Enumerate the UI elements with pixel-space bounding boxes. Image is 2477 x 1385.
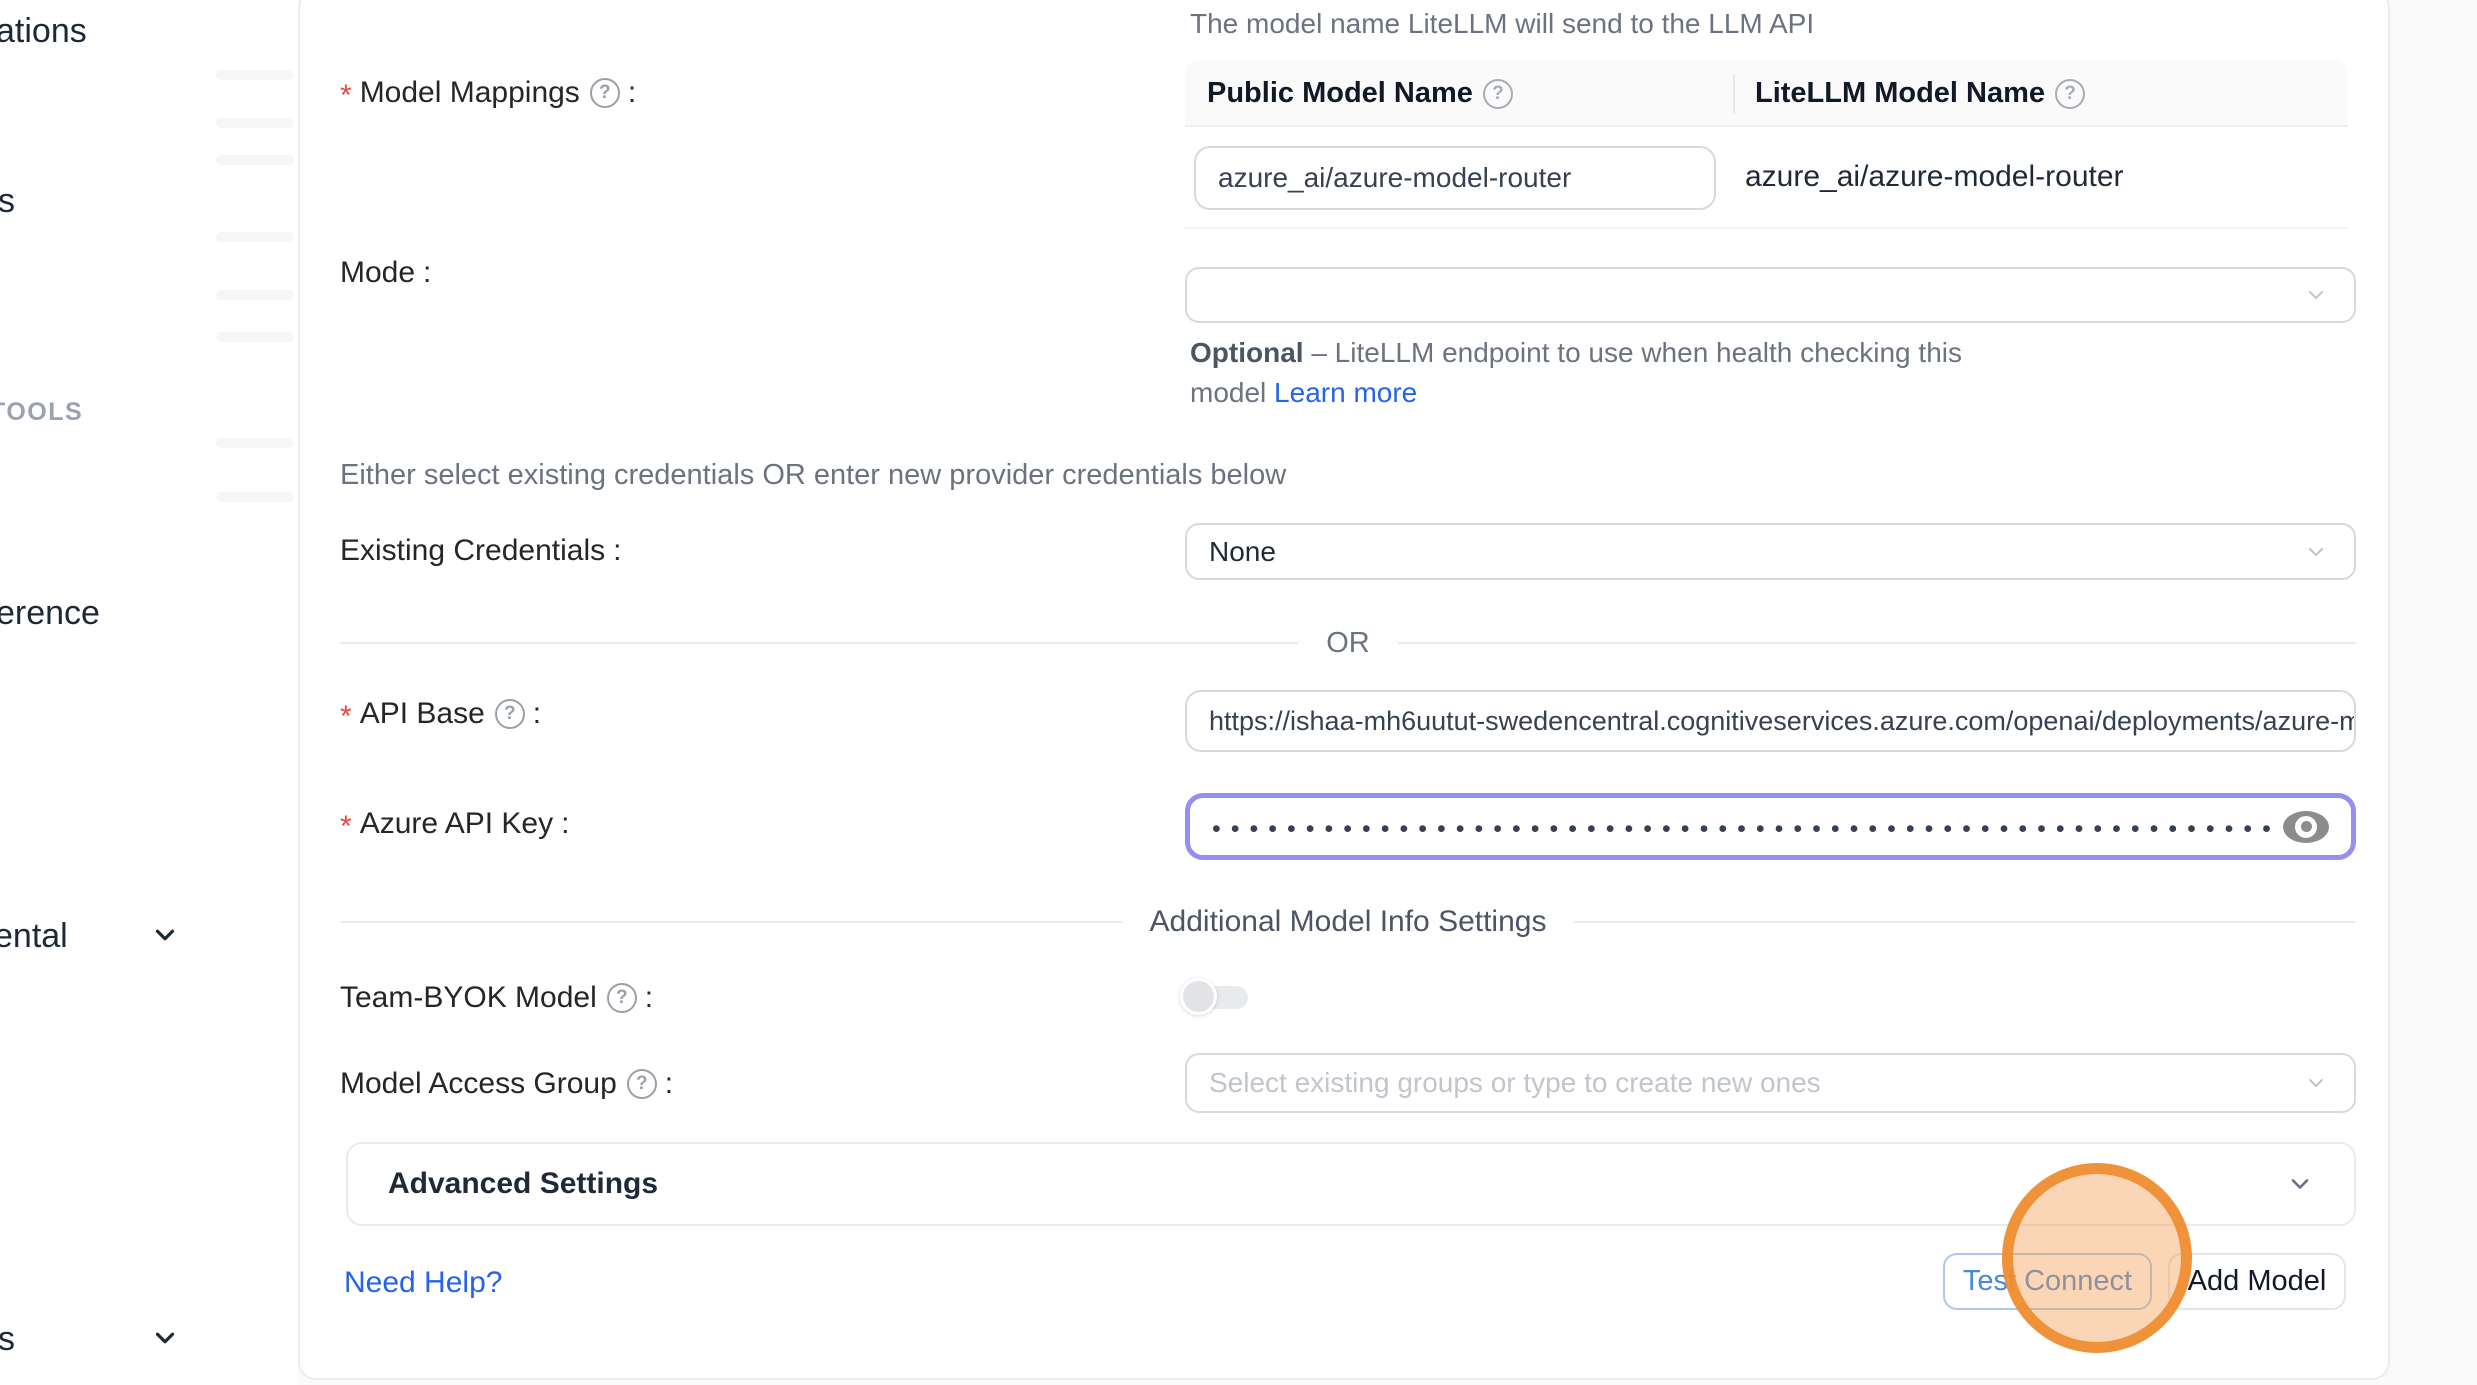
chevron-down-icon — [2304, 283, 2328, 307]
public-model-name-input[interactable]: azure_ai/azure-model-router — [1194, 146, 1716, 210]
test-connect-button[interactable]: Test Connect — [1943, 1253, 2152, 1310]
api-base-label: API Base — [340, 697, 541, 731]
litellm-model-name-value: azure_ai/azure-model-router — [1745, 160, 2124, 194]
table-row-border — [1185, 227, 2348, 229]
team-byok-toggle[interactable] — [1180, 978, 1250, 1016]
azure-api-key-input[interactable]: ••••••••••••••••••••••••••••••••••••••••… — [1185, 793, 2356, 860]
column-header-litellm-model-name: LiteLLM Model Name — [1755, 60, 2085, 127]
model-access-group-label: Model Access Group — [340, 1067, 673, 1101]
advanced-settings-panel[interactable]: Advanced Settings — [346, 1142, 2356, 1226]
api-base-input[interactable]: https://ishaa-mh6uutut-swedencentral.cog… — [1185, 690, 2356, 752]
chevron-down-icon — [2304, 540, 2328, 564]
chevron-down-icon[interactable] — [150, 920, 180, 950]
team-byok-label: Team-BYOK Model — [340, 981, 653, 1015]
eye-icon[interactable] — [2283, 811, 2329, 843]
sidebar-skeleton-bar — [216, 155, 294, 165]
sidebar-item-organizations[interactable]: ations — [0, 12, 87, 51]
sidebar-skeleton-bar — [216, 290, 294, 300]
help-icon[interactable] — [495, 699, 525, 729]
sidebar: ations s TOOLS erence ental s — [0, 0, 298, 1385]
sidebar-skeleton-bar — [216, 232, 294, 242]
masked-password-value: ••••••••••••••••••••••••••••••••••••••••… — [1212, 811, 2281, 842]
sidebar-item-settings[interactable]: s — [0, 1320, 15, 1359]
sidebar-item[interactable]: s — [0, 182, 15, 221]
help-icon[interactable] — [627, 1069, 657, 1099]
model-mappings-label: Model Mappings — [340, 76, 636, 110]
sidebar-item-reference[interactable]: erence — [0, 594, 100, 633]
sidebar-skeleton-bar — [216, 492, 294, 502]
learn-more-link[interactable]: Learn more — [1274, 377, 1417, 408]
mode-select[interactable] — [1185, 267, 2356, 323]
advanced-settings-title: Advanced Settings — [388, 1167, 658, 1201]
credentials-note: Either select existing credentials OR en… — [340, 459, 1286, 492]
model-name-help-text: The model name LiteLLM will send to the … — [1190, 8, 1814, 40]
existing-credentials-select[interactable]: None — [1185, 523, 2356, 580]
help-icon[interactable] — [2055, 79, 2085, 109]
mode-help-text: Optional – LiteLLM endpoint to use when … — [1190, 333, 1990, 413]
need-help-link[interactable]: Need Help? — [344, 1266, 502, 1300]
add-model-button[interactable]: Add Model — [2168, 1253, 2346, 1310]
chevron-down-icon[interactable] — [150, 1323, 180, 1353]
chevron-down-icon — [2304, 1071, 2328, 1095]
sidebar-skeleton-bar — [216, 118, 294, 128]
help-icon[interactable] — [1483, 79, 1513, 109]
mode-label: Mode — [340, 256, 431, 290]
sidebar-skeleton-bar — [216, 438, 294, 448]
sidebar-item-experimental[interactable]: ental — [0, 917, 68, 956]
column-header-public-model-name: Public Model Name — [1207, 60, 1513, 127]
select-placeholder: Select existing groups or type to create… — [1209, 1067, 1821, 1099]
help-icon[interactable] — [607, 983, 637, 1013]
sidebar-skeleton-bar — [216, 332, 294, 342]
or-divider: OR — [340, 628, 2356, 658]
chevron-down-icon[interactable] — [2286, 1170, 2314, 1198]
existing-credentials-label: Existing Credentials — [340, 534, 621, 568]
sidebar-section-tools: TOOLS — [0, 398, 83, 427]
column-divider — [1733, 74, 1735, 113]
help-icon[interactable] — [590, 78, 620, 108]
table-header: Public Model Name LiteLLM Model Name — [1185, 60, 2348, 127]
model-access-group-select[interactable]: Select existing groups or type to create… — [1185, 1053, 2356, 1113]
azure-api-key-label: Azure API Key — [340, 807, 569, 841]
sidebar-skeleton-bar — [216, 70, 294, 80]
additional-info-divider: Additional Model Info Settings — [340, 907, 2356, 937]
toggle-handle — [1180, 978, 1217, 1015]
